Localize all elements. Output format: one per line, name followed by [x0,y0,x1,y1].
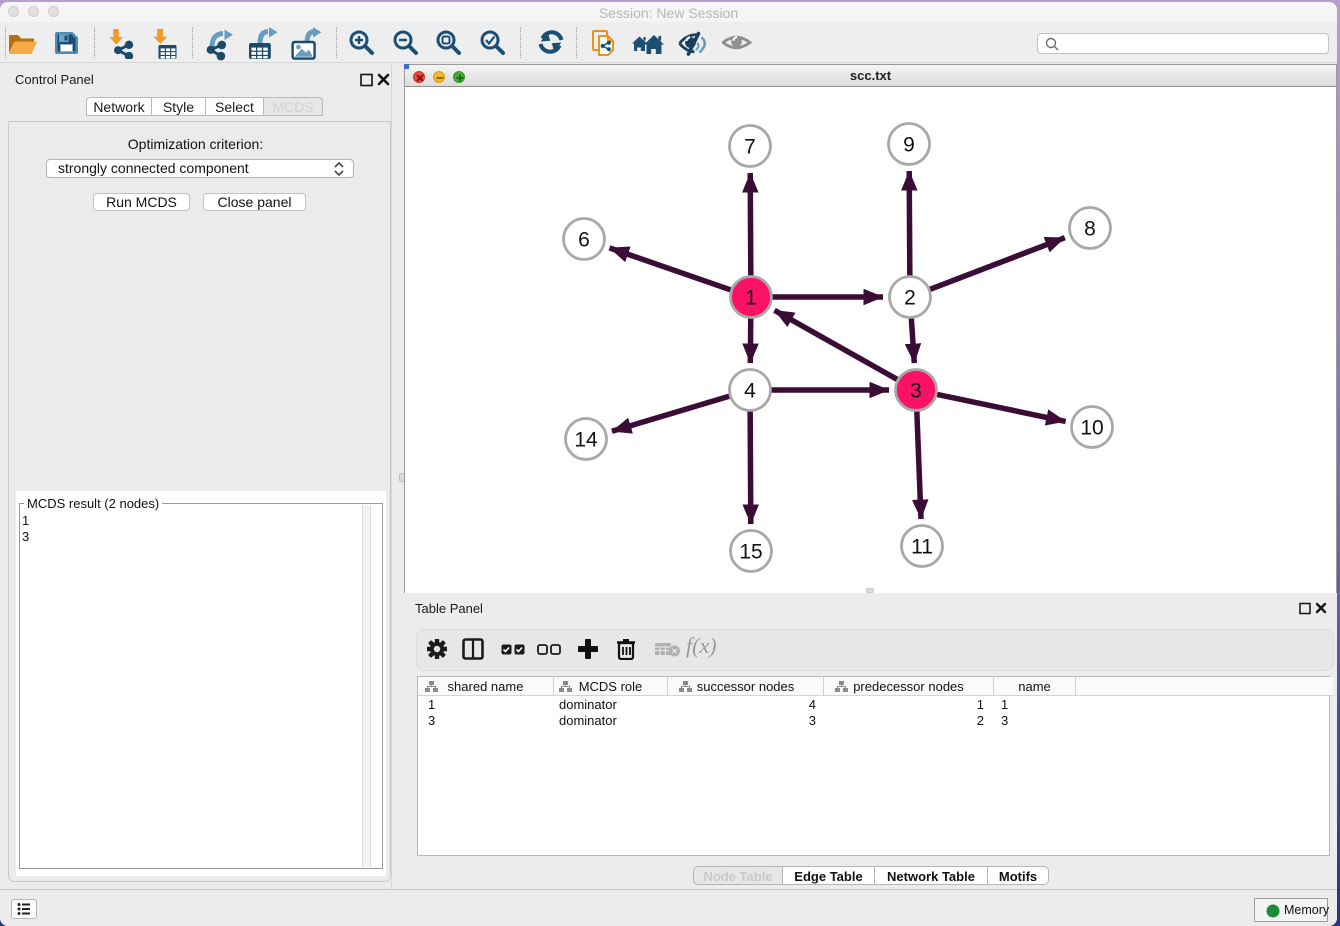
svg-text:14: 14 [574,429,598,452]
svg-text:6: 6 [578,229,590,252]
svg-text:11: 11 [911,536,933,559]
svg-text:9: 9 [903,134,915,157]
svg-text:15: 15 [739,541,762,564]
svg-text:10: 10 [1080,417,1103,440]
svg-text:7: 7 [744,136,756,159]
svg-text:3: 3 [910,380,922,403]
svg-text:8: 8 [1084,218,1096,241]
svg-text:4: 4 [744,380,756,403]
svg-text:1: 1 [745,287,757,310]
svg-text:2: 2 [904,287,916,310]
